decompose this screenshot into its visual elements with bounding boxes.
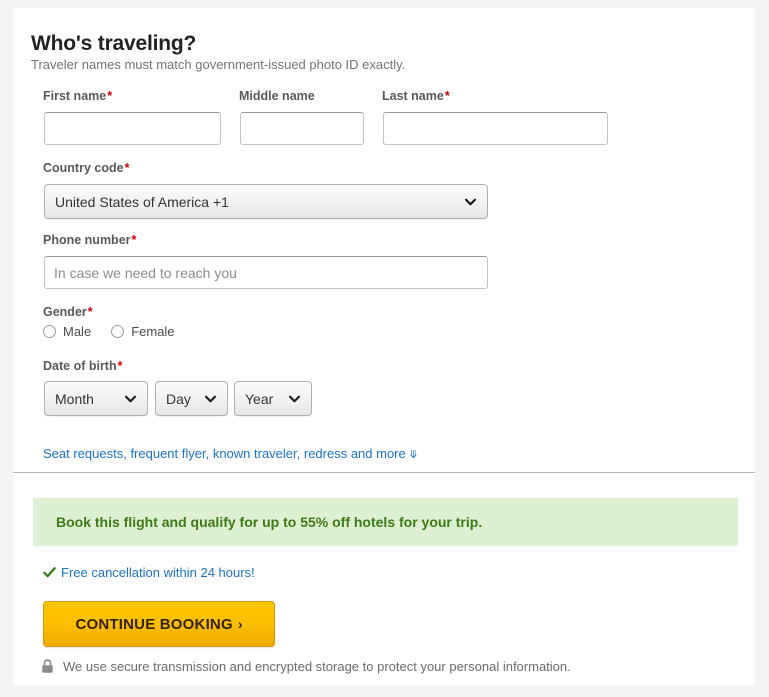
first-name-input[interactable]	[44, 112, 221, 145]
chevron-down-icon	[204, 395, 217, 402]
required-asterisk: *	[124, 161, 130, 175]
chevron-down-icon	[288, 395, 301, 402]
check-icon	[43, 567, 56, 578]
gender-radio-group: Male Female	[43, 324, 175, 339]
last-name-input[interactable]	[383, 112, 608, 145]
dob-day-select[interactable]: Day	[155, 381, 228, 416]
last-name-label: Last name*	[382, 89, 450, 103]
dob-day-value: Day	[166, 390, 191, 407]
chevron-down-icon	[464, 198, 477, 205]
phone-number-label-text: Phone number	[43, 233, 131, 247]
country-code-value: United States of America +1	[55, 193, 229, 210]
last-name-label-text: Last name	[382, 89, 444, 103]
gender-option-female-label: Female	[131, 324, 175, 339]
double-chevron-down-icon: ⤋	[408, 449, 418, 461]
middle-name-label-text: Middle name	[239, 89, 315, 103]
required-asterisk: *	[107, 89, 113, 103]
required-asterisk: *	[117, 359, 123, 373]
booking-card: Who's traveling? Traveler names must mat…	[13, 8, 755, 685]
secure-note-text: We use secure transmission and encrypted…	[63, 659, 571, 674]
required-asterisk: *	[444, 89, 450, 103]
page-title: Who's traveling?	[31, 32, 197, 55]
continue-booking-button[interactable]: CONTINUE BOOKING ›	[43, 601, 275, 647]
country-code-select[interactable]: United States of America +1	[44, 184, 488, 219]
phone-number-input[interactable]	[44, 256, 488, 289]
more-options-link-label: Seat requests, frequent flyer, known tra…	[43, 446, 406, 461]
radio-icon[interactable]	[43, 325, 56, 338]
gender-option-male[interactable]: Male	[43, 324, 91, 339]
required-asterisk	[315, 89, 316, 103]
required-asterisk: *	[87, 305, 93, 319]
gender-label: Gender*	[43, 305, 93, 319]
chevron-down-icon	[124, 395, 137, 402]
more-options-link[interactable]: Seat requests, frequent flyer, known tra…	[43, 446, 418, 461]
country-code-label: Country code*	[43, 161, 129, 175]
page-subtitle: Traveler names must match government-iss…	[31, 57, 406, 72]
date-of-birth-label: Date of birth*	[43, 359, 122, 373]
continue-booking-label: CONTINUE BOOKING	[75, 615, 233, 633]
dob-year-select[interactable]: Year	[234, 381, 312, 416]
free-cancellation-row: Free cancellation within 24 hours!	[43, 565, 255, 580]
required-asterisk: *	[131, 233, 137, 247]
middle-name-input[interactable]	[240, 112, 364, 145]
lock-icon	[42, 659, 53, 673]
radio-icon[interactable]	[111, 325, 125, 338]
country-code-label-text: Country code	[43, 161, 124, 175]
first-name-label-text: First name	[43, 89, 107, 103]
gender-option-female[interactable]: Female	[111, 324, 175, 339]
dob-month-value: Month	[55, 390, 94, 407]
first-name-label: First name*	[43, 89, 112, 103]
gender-option-male-label: Male	[63, 324, 92, 339]
secure-note-row: We use secure transmission and encrypted…	[41, 659, 571, 674]
chevron-right-icon: ›	[237, 616, 243, 632]
dob-year-value: Year	[245, 390, 274, 407]
middle-name-label: Middle name	[239, 89, 316, 103]
promo-banner-text: Book this flight and qualify for up to 5…	[56, 514, 483, 530]
free-cancellation-link[interactable]: Free cancellation within 24 hours!	[61, 565, 255, 580]
traveler-section: Who's traveling? Traveler names must mat…	[13, 8, 755, 473]
dob-month-select[interactable]: Month	[44, 381, 148, 416]
date-of-birth-label-text: Date of birth	[43, 359, 117, 373]
gender-label-text: Gender	[43, 305, 87, 319]
promo-banner: Book this flight and qualify for up to 5…	[33, 498, 738, 546]
phone-number-label: Phone number*	[43, 233, 136, 247]
